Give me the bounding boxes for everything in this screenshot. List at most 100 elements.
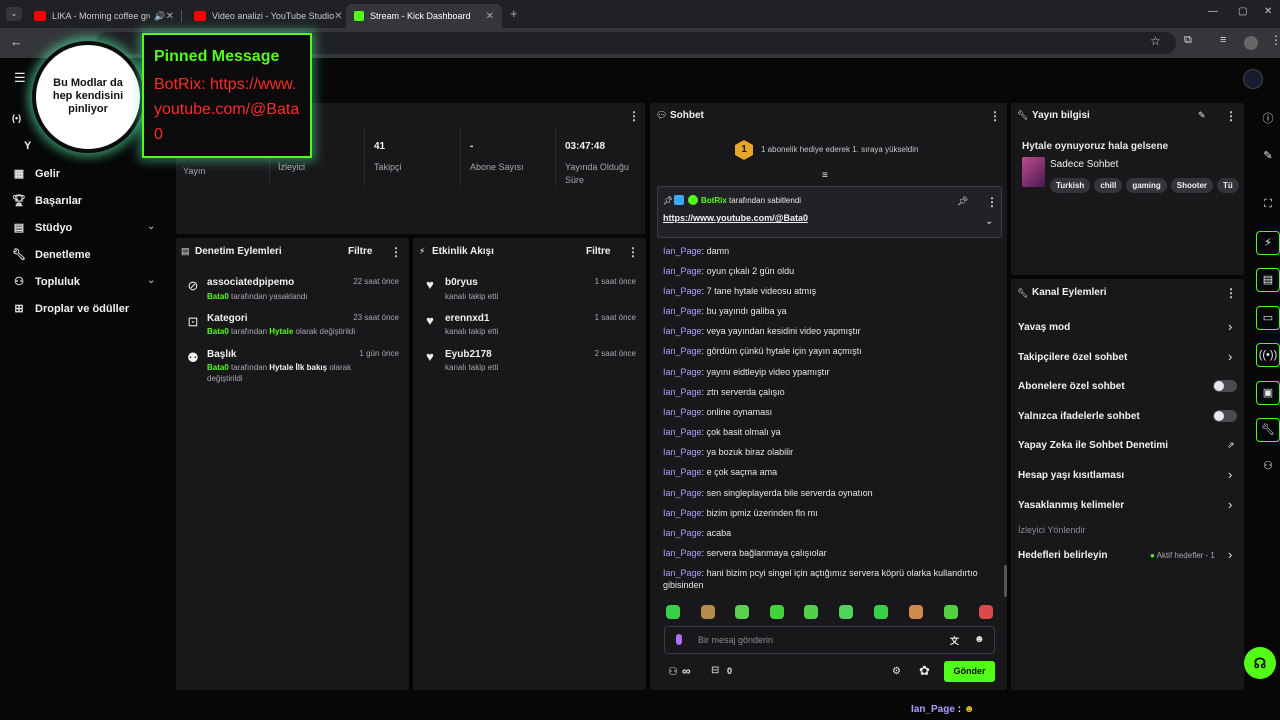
edit-pencil-icon[interactable]: ✎ — [1198, 110, 1206, 121]
filter-button[interactable]: Filtre — [586, 246, 610, 257]
emote-icon[interactable] — [770, 605, 784, 619]
close-tab-icon[interactable]: ✕ — [486, 11, 494, 22]
new-tab-icon[interactable]: + — [510, 6, 518, 21]
emote-icon[interactable] — [909, 605, 923, 619]
subscribers-only-toggle[interactable] — [1213, 380, 1237, 392]
browser-menu-icon[interactable]: ⋮ — [1270, 33, 1280, 47]
chat-username[interactable]: Ian_Page — [663, 306, 702, 316]
emote-icon[interactable] — [839, 605, 853, 619]
crop-icon[interactable]: ⛶ — [1256, 193, 1280, 217]
emote-icon[interactable] — [666, 605, 680, 619]
filter-button[interactable]: Filtre — [348, 246, 372, 257]
wrench-icon[interactable]: 🔧︎ — [1256, 418, 1280, 442]
send-button[interactable]: Gönder — [944, 661, 995, 682]
chat-username[interactable]: Ian_Page — [663, 407, 702, 417]
chat-username[interactable]: Ian_Page — [663, 508, 702, 518]
sidebar-item-topluluk[interactable]: ⚇ Topluluk — [12, 275, 80, 289]
tag[interactable]: Turkish — [1050, 178, 1091, 193]
tab-search-button[interactable]: ⌄ — [6, 7, 22, 21]
extensions-icon[interactable]: ⧉ — [1184, 34, 1192, 47]
more-options-icon[interactable]: ⋮ — [1225, 110, 1237, 122]
close-tab-icon[interactable]: ✕ — [334, 11, 342, 22]
more-options-icon[interactable]: ⋮ — [628, 110, 640, 122]
sidebar-item-studyo[interactable]: ▤ Stüdyo — [12, 221, 72, 235]
support-chat-button[interactable]: ☊ — [1244, 647, 1276, 679]
more-options-icon[interactable]: ⋮ — [390, 246, 402, 258]
gift-icon[interactable]: ⊟ — [711, 665, 719, 676]
sidebar-item-basarilar[interactable]: 🏆︎ Başarılar — [12, 194, 82, 208]
chat-username[interactable]: Ian_Page — [663, 246, 702, 256]
chevron-right-icon[interactable]: › — [1228, 349, 1232, 364]
edit-pencil-icon[interactable]: ✎ — [1256, 145, 1280, 169]
emote-icon[interactable] — [979, 605, 993, 619]
maximize-icon[interactable]: ▢ — [1238, 6, 1247, 17]
sidebar-item-denetleme[interactable]: 🔧︎ Denetleme — [12, 248, 91, 262]
chat-username[interactable]: Ian_Page — [663, 568, 702, 578]
emote-icon[interactable] — [874, 605, 888, 619]
more-options-icon[interactable]: ⋮ — [986, 196, 998, 208]
sidebar-item-gelir[interactable]: ▦ Gelir — [12, 167, 60, 181]
tag[interactable]: Shooter — [1170, 178, 1214, 193]
emote-icon[interactable] — [735, 605, 749, 619]
chat-input[interactable]: Bir mesaj gönderin — [698, 635, 773, 645]
goals-row[interactable]: Hedefleri belirleyin — [1018, 550, 1107, 561]
account-age-row[interactable]: Hesap yaşı kısıtlaması — [1018, 470, 1124, 481]
chevron-down-icon[interactable]: ⌄ — [147, 275, 155, 286]
user-avatar[interactable] — [1243, 69, 1263, 89]
emote-icon[interactable] — [944, 605, 958, 619]
minimize-icon[interactable]: — — [1208, 6, 1218, 17]
document-icon[interactable]: ▤ — [1256, 268, 1280, 292]
hamburger-menu-icon[interactable]: ☰ — [14, 70, 26, 86]
chat-username[interactable]: Ian_Page — [663, 286, 702, 296]
emote-icon[interactable] — [701, 605, 715, 619]
chevron-right-icon[interactable]: › — [1228, 547, 1232, 562]
translate-icon[interactable]: 文 — [950, 634, 959, 647]
pinned-link[interactable]: https://www.youtube.com/@Bata0 — [663, 213, 808, 223]
external-link-icon[interactable]: ⇗ — [1227, 440, 1235, 451]
close-window-icon[interactable]: ✕ — [1264, 6, 1272, 17]
slow-mode-row[interactable]: Yavaş mod — [1018, 322, 1070, 333]
close-tab-icon[interactable]: ✕ — [166, 11, 174, 22]
emote-picker-icon[interactable]: ✿ — [919, 663, 930, 679]
bookmark-star-icon[interactable]: ☆ — [1150, 34, 1161, 48]
category-name[interactable]: Sadece Sohbet — [1050, 159, 1118, 170]
bolt-icon[interactable]: ⚡︎ — [1256, 231, 1280, 255]
emote-icon[interactable] — [804, 605, 818, 619]
chat-username[interactable]: Ian_Page — [663, 346, 702, 356]
chat-username[interactable]: Ian_Page — [663, 447, 702, 457]
banned-words-row[interactable]: Yasaklanmış kelimeler — [1018, 500, 1124, 511]
community-icon[interactable]: ⚇ — [1256, 455, 1280, 479]
video-icon[interactable]: ▣ — [1256, 381, 1280, 405]
chat-username[interactable]: Ian_Page — [663, 326, 702, 336]
more-options-icon[interactable]: ⋮ — [989, 110, 1001, 122]
emoji-icon[interactable]: ☻ — [974, 634, 985, 645]
browser-tab-active[interactable]: Stream - Kick Dashboard ✕ — [346, 4, 502, 28]
chat-username[interactable]: Ian_Page — [663, 427, 702, 437]
chat-username[interactable]: Ian_Page — [663, 266, 702, 276]
tag[interactable]: chill — [1094, 178, 1123, 193]
chat-scrollbar[interactable] — [1004, 565, 1007, 597]
ai-moderation-row[interactable]: Yapay Zeka ile Sohbet Denetimi — [1018, 440, 1168, 451]
chat-username[interactable]: Ian_Page — [663, 367, 702, 377]
tag[interactable]: gaming — [1126, 178, 1167, 193]
info-icon[interactable]: ⓘ — [1256, 108, 1280, 132]
chat-icon[interactable]: ▭ — [1256, 306, 1280, 330]
more-options-icon[interactable]: ⋮ — [627, 246, 639, 258]
more-options-icon[interactable]: ⋮ — [1225, 287, 1237, 299]
chevron-right-icon[interactable]: › — [1228, 497, 1232, 512]
chevron-right-icon[interactable]: › — [1228, 319, 1232, 334]
tag[interactable]: Tü — [1217, 178, 1239, 193]
chat-username[interactable]: Ian_Page — [663, 528, 702, 538]
followers-only-row[interactable]: Takipçilere özel sohbet — [1018, 352, 1127, 363]
chevron-right-icon[interactable]: › — [1228, 467, 1232, 482]
chat-username[interactable]: Ian_Page — [663, 387, 702, 397]
chevron-down-icon[interactable]: ⌄ — [147, 221, 155, 232]
chat-username[interactable]: Ian_Page — [663, 548, 702, 558]
settings-gear-icon[interactable]: ⚙ — [892, 666, 901, 677]
emotes-only-toggle[interactable] — [1213, 410, 1237, 422]
microphone-icon[interactable] — [676, 634, 682, 645]
filter-lines-icon[interactable]: ≡ — [822, 170, 828, 181]
live-indicator-icon[interactable]: (•) — [12, 113, 21, 123]
broadcast-icon[interactable]: ((•)) — [1256, 343, 1280, 367]
unpin-icon[interactable]: 📌︎ — [957, 196, 968, 207]
